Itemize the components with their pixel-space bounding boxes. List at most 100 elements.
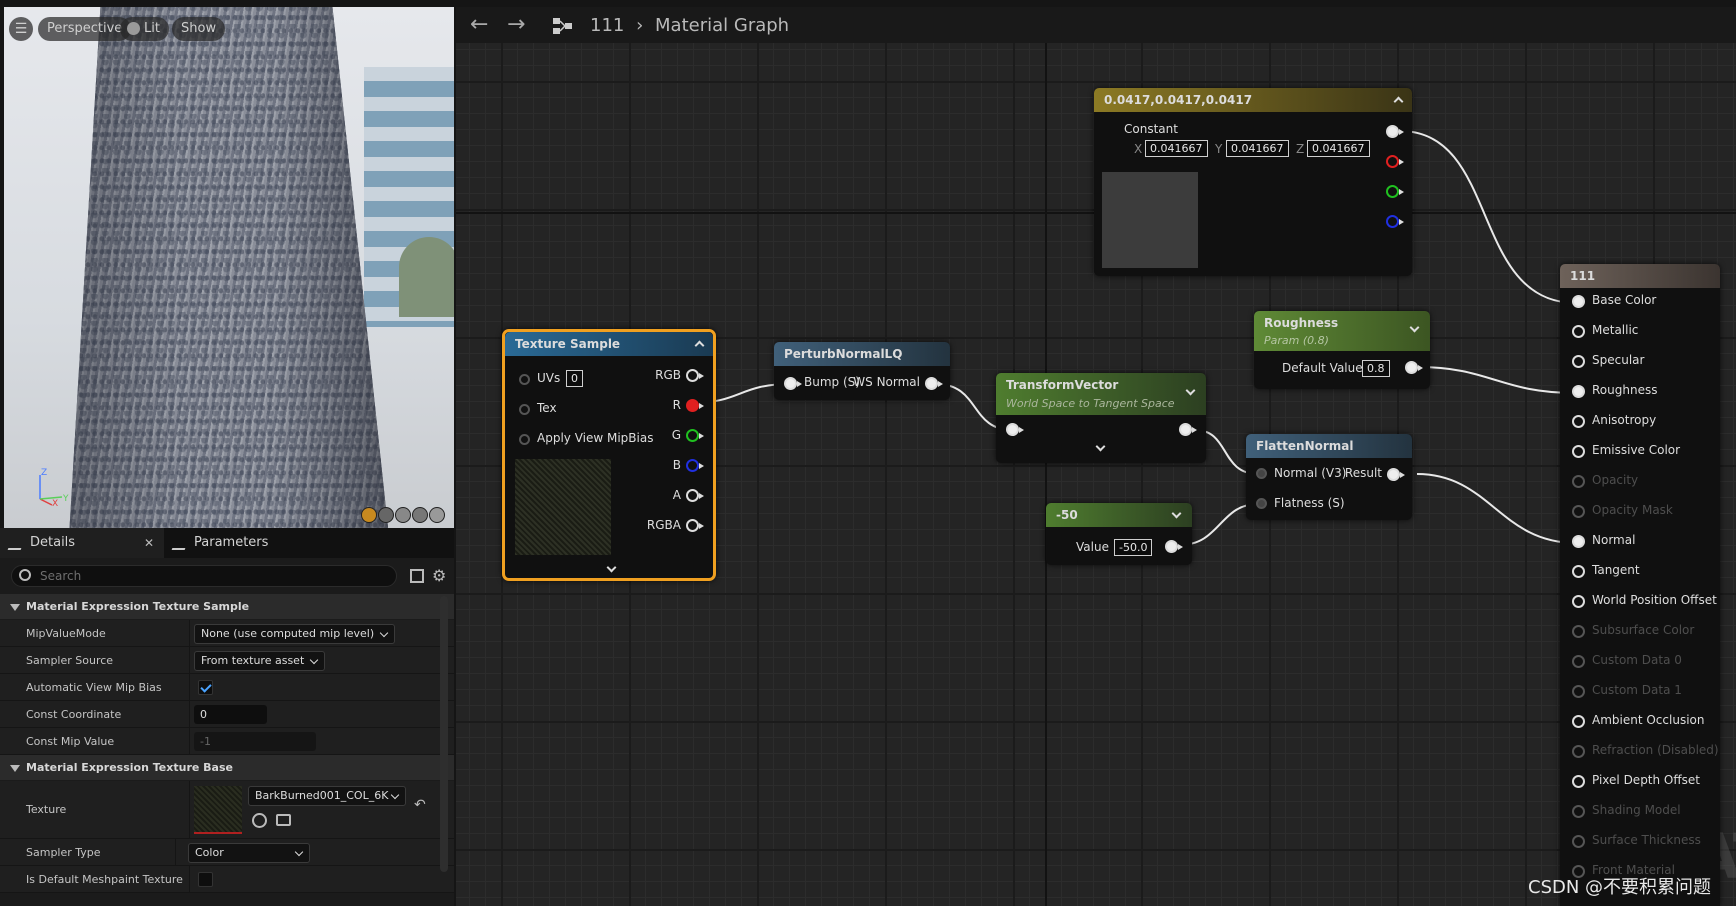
node-transform-vector[interactable]: TransformVector World Space to Tangent S… <box>996 373 1206 463</box>
output-pin-g[interactable] <box>686 429 704 442</box>
input-pin-tex[interactable] <box>519 404 530 415</box>
output-pin-ws-normal[interactable] <box>925 377 943 390</box>
input-pin-tangent[interactable] <box>1572 565 1585 578</box>
output-pin-r[interactable] <box>686 399 704 412</box>
texture-asset-dropdown[interactable]: BarkBurned001_COL_6K <box>248 786 406 806</box>
input-pin-normal[interactable] <box>1572 535 1585 548</box>
output-pin-b[interactable] <box>1386 215 1404 228</box>
output-pin-result[interactable] <box>1387 468 1405 481</box>
output-pin-r[interactable] <box>1386 155 1404 168</box>
output-pin-rgb[interactable] <box>686 369 704 382</box>
input-pin-mipbias[interactable] <box>519 434 530 445</box>
input-pin-normal[interactable] <box>1256 468 1267 479</box>
result-pin-label: Refraction (Disabled) <box>1592 743 1719 757</box>
texture-thumbnail[interactable] <box>194 786 242 834</box>
tab-details-label: Details <box>30 535 76 550</box>
input-pin-uvs[interactable] <box>519 374 530 385</box>
input-pin-roughness[interactable] <box>1572 385 1585 398</box>
input-pin-opacity[interactable] <box>1572 475 1585 488</box>
breadcrumb-material[interactable]: 111 <box>590 15 624 36</box>
tab-parameters[interactable]: Parameters <box>164 528 278 558</box>
default-value-field[interactable]: 0.8 <box>1362 360 1390 377</box>
sphere-shape-icon[interactable] <box>378 507 394 523</box>
node-constant3vector[interactable]: 0.0417,0.0417,0.0417 Constant X 0.041667… <box>1094 88 1412 276</box>
forward-arrow-icon[interactable]: → <box>507 12 525 37</box>
input-pin-emissive-color[interactable] <box>1572 445 1585 458</box>
node-material-result[interactable]: 111 Base Color Metallic Specular Roughness A… <box>1560 264 1720 906</box>
uvs-value-field[interactable]: 0 <box>566 370 583 387</box>
input-pin-custom-data-1[interactable] <box>1572 685 1585 698</box>
input-pin-pixel-depth-offset[interactable] <box>1572 775 1585 788</box>
value-field[interactable]: -50.0 <box>1114 539 1153 556</box>
input-pin-surface-thickness[interactable] <box>1572 835 1585 848</box>
output-pin-vector[interactable] <box>1179 423 1197 436</box>
search-input[interactable]: Search <box>11 565 397 587</box>
output-pin-value[interactable] <box>1165 540 1183 553</box>
section-texture-sample[interactable]: Material Expression Texture Sample <box>0 594 454 620</box>
expand-chevron-icon[interactable] <box>1095 441 1106 452</box>
input-pin-ambient-occlusion[interactable] <box>1572 715 1585 728</box>
sampler-source-dropdown[interactable]: From texture asset <box>194 651 326 671</box>
node-perturb-normal[interactable]: PerturbNormalLQ Bump (S) WS Normal <box>774 342 950 400</box>
collapse-chevron-icon[interactable] <box>1393 96 1404 107</box>
prop-row-mip-value-mode: MipValueMode None (use computed mip leve… <box>0 620 454 647</box>
input-pin-refraction-disabled[interactable] <box>1572 745 1585 758</box>
sampler-type-dropdown[interactable]: Color <box>188 843 310 863</box>
input-pin-shading-model[interactable] <box>1572 805 1585 818</box>
node-texture-sample[interactable]: Texture Sample UVs 0 Tex Apply View MipB… <box>502 329 716 581</box>
gear-icon[interactable]: ⚙ <box>432 566 446 585</box>
lit-button[interactable]: Lit <box>120 17 169 41</box>
preview-viewport[interactable]: ☰ Perspective Lit Show Z X Y <box>4 7 454 528</box>
viewport-menu-icon[interactable]: ☰ <box>9 17 33 41</box>
dropdown-chevron-icon[interactable] <box>1171 508 1182 519</box>
input-pin-vector[interactable] <box>1006 423 1024 436</box>
input-pin-custom-data-0[interactable] <box>1572 655 1585 668</box>
collapse-chevron-icon[interactable] <box>694 340 705 351</box>
back-arrow-icon[interactable]: ← <box>470 12 488 37</box>
use-selected-asset-icon[interactable] <box>252 813 267 828</box>
output-pin-g[interactable] <box>1386 185 1404 198</box>
reset-arrow-icon[interactable]: ↶ <box>414 797 426 813</box>
input-pin-world-position-offset[interactable] <box>1572 595 1585 608</box>
output-pin-a[interactable] <box>686 489 704 502</box>
plane-shape-icon[interactable] <box>395 507 411 523</box>
details-scrollbar[interactable] <box>440 596 448 872</box>
node-flatten-normal[interactable]: FlattenNormal Normal (V3) Result Flatnes… <box>1246 434 1412 520</box>
table-view-icon[interactable] <box>410 569 424 583</box>
perspective-button[interactable]: Perspective <box>38 17 132 41</box>
tab-details[interactable]: Details ✕ <box>0 528 164 558</box>
default-meshpaint-checkbox[interactable] <box>198 872 213 887</box>
input-pin-metallic[interactable] <box>1572 325 1585 338</box>
input-pin-base-color[interactable] <box>1572 295 1585 308</box>
browse-folder-icon[interactable] <box>276 814 291 826</box>
output-pin-rgb[interactable] <box>1386 125 1404 138</box>
const-mip-value-field[interactable]: -1 <box>194 732 316 751</box>
breadcrumb-graph[interactable]: Material Graph <box>655 15 789 36</box>
node-roughness-param[interactable]: Roughness Param (0.8) Default Value 0.8 <box>1254 311 1430 389</box>
z-value-field[interactable]: 0.041667 <box>1307 140 1370 157</box>
prop-label: Sampler Source <box>0 647 190 673</box>
mip-value-mode-dropdown[interactable]: None (use computed mip level) <box>194 624 396 644</box>
output-pin-b[interactable] <box>686 459 704 472</box>
y-value-field[interactable]: 0.041667 <box>1226 140 1289 157</box>
input-pin-specular[interactable] <box>1572 355 1585 368</box>
output-pin-rgba[interactable] <box>686 519 704 532</box>
input-pin-opacity-mask[interactable] <box>1572 505 1585 518</box>
const-coordinate-field[interactable]: 0 <box>194 705 267 724</box>
x-value-field[interactable]: 0.041667 <box>1145 140 1208 157</box>
input-pin-subsurface-color[interactable] <box>1572 625 1585 638</box>
mesh-shape-icon[interactable] <box>429 507 445 523</box>
grid-major-line <box>1045 43 1047 906</box>
input-pin-flatness[interactable] <box>1256 498 1267 509</box>
node-constant-neg50[interactable]: -50 Value -50.0 <box>1046 503 1192 565</box>
close-icon[interactable]: ✕ <box>144 528 154 558</box>
input-pin-anisotropy[interactable] <box>1572 415 1585 428</box>
cube-shape-icon[interactable] <box>412 507 428 523</box>
expand-chevron-icon[interactable] <box>606 562 617 573</box>
input-pin-bump[interactable] <box>784 377 802 390</box>
auto-mip-bias-checkbox[interactable] <box>198 680 213 695</box>
section-texture-base[interactable]: Material Expression Texture Base <box>0 755 454 781</box>
show-button[interactable]: Show <box>172 17 226 41</box>
output-pin-value[interactable] <box>1405 361 1423 374</box>
cylinder-shape-icon[interactable] <box>361 507 377 523</box>
